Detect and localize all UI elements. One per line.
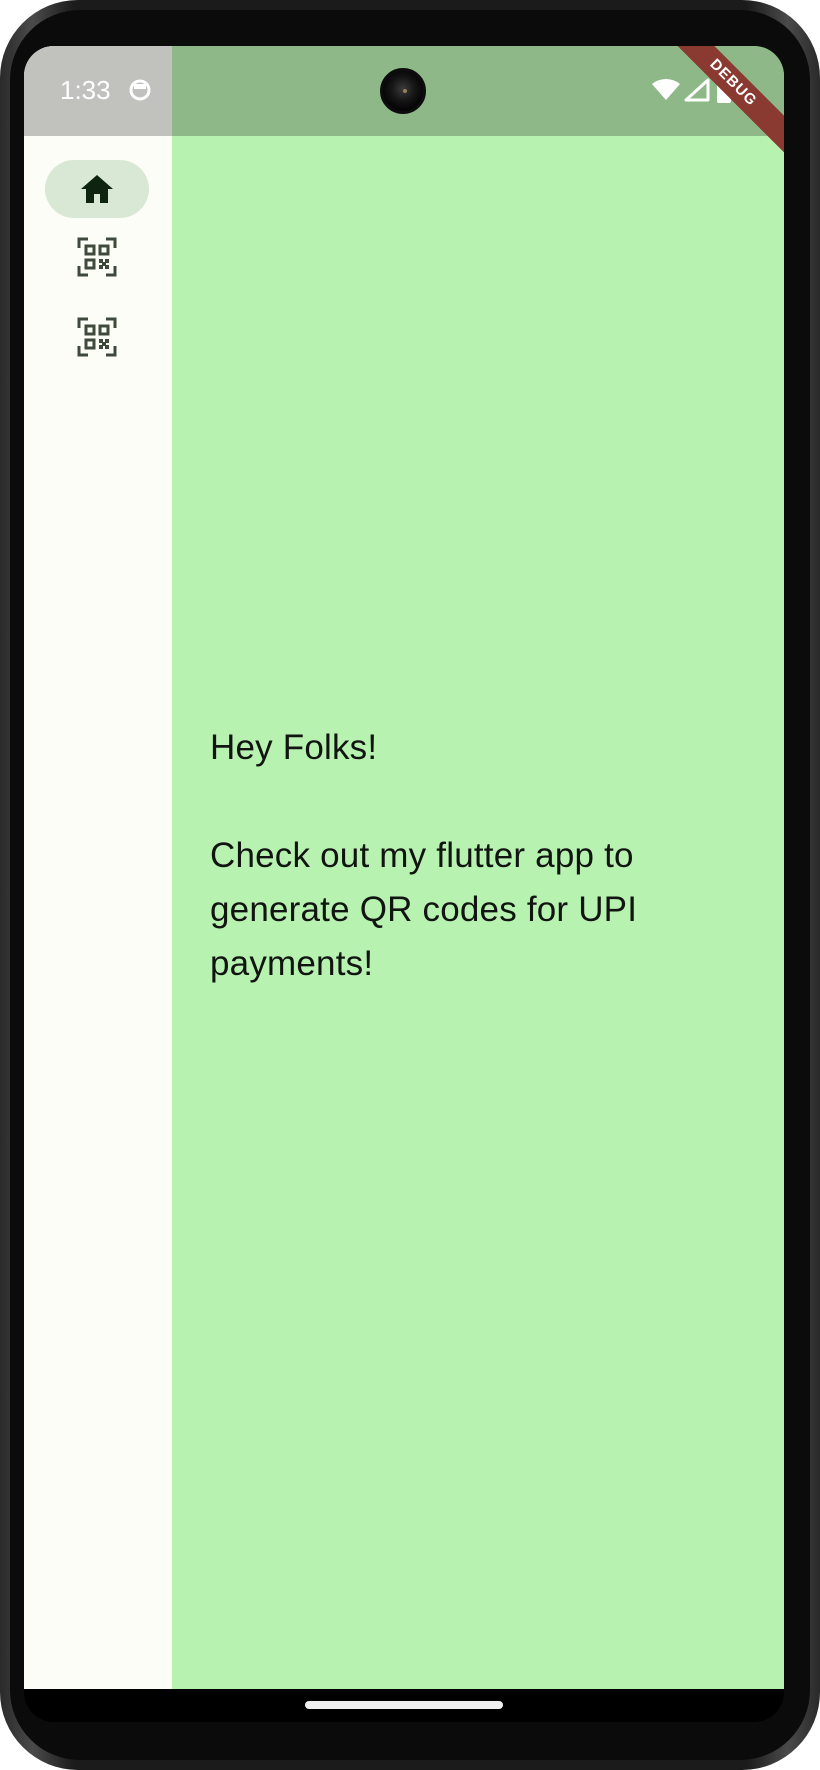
qr-code-scanner-icon [77, 237, 117, 277]
qr-code-scanner-icon [77, 317, 117, 357]
system-navigation-bar [24, 1689, 784, 1722]
phone-screen: Hey Folks! Check out my flutter app to g… [24, 46, 784, 1722]
app-window: Hey Folks! Check out my flutter app to g… [24, 46, 784, 1689]
phone-frame: Hey Folks! Check out my flutter app to g… [0, 0, 820, 1770]
wifi-icon [652, 78, 680, 100]
home-gesture-handle[interactable] [305, 1701, 503, 1709]
front-camera [380, 68, 426, 114]
welcome-message: Hey Folks! Check out my flutter app to g… [210, 728, 638, 983]
navigation-rail [24, 46, 172, 1689]
nav-item-home[interactable] [45, 160, 149, 218]
nav-item-qr-scanner-1[interactable] [45, 228, 149, 286]
status-bar: 1:33 DEBUG [24, 46, 784, 153]
home-icon [81, 175, 113, 203]
status-time: 1:33 [60, 75, 111, 105]
nav-item-qr-scanner-2[interactable] [45, 308, 149, 366]
android-head-icon [129, 79, 151, 101]
cell-signal-icon [684, 78, 710, 102]
